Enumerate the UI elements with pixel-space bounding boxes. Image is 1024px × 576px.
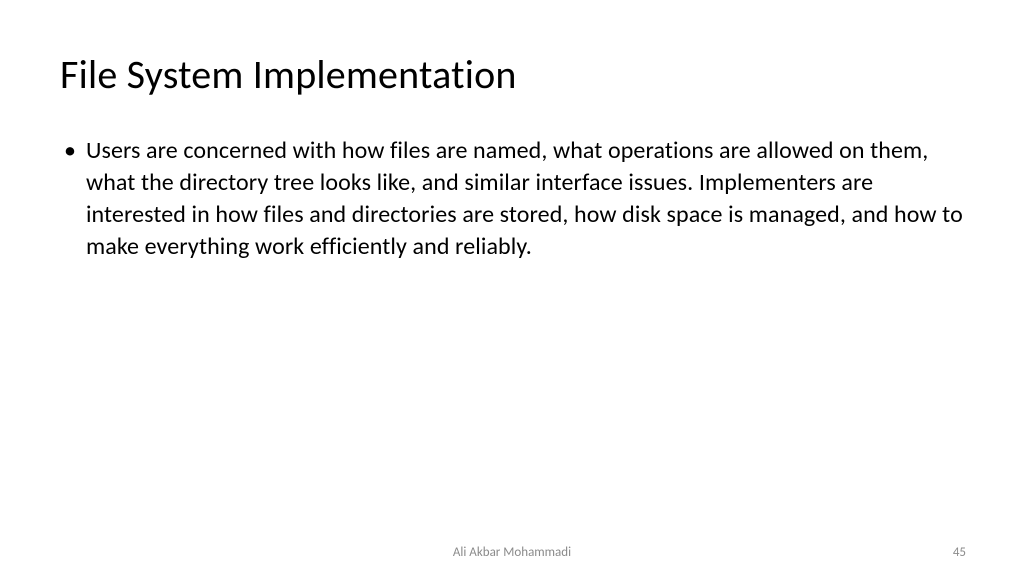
slide-footer: Ali Akbar Mohammadi	[0, 545, 1024, 560]
slide-container: File System Implementation • Users are c…	[0, 0, 1024, 576]
footer-author: Ali Akbar Mohammadi	[453, 545, 571, 560]
bullet-text: Users are concerned with how files are n…	[86, 135, 964, 263]
page-number: 45	[953, 545, 966, 560]
slide-content: • Users are concerned with how files are…	[60, 135, 964, 263]
bullet-marker-icon: •	[64, 135, 76, 167]
slide-title: File System Implementation	[60, 50, 964, 99]
bullet-item: • Users are concerned with how files are…	[64, 135, 964, 263]
